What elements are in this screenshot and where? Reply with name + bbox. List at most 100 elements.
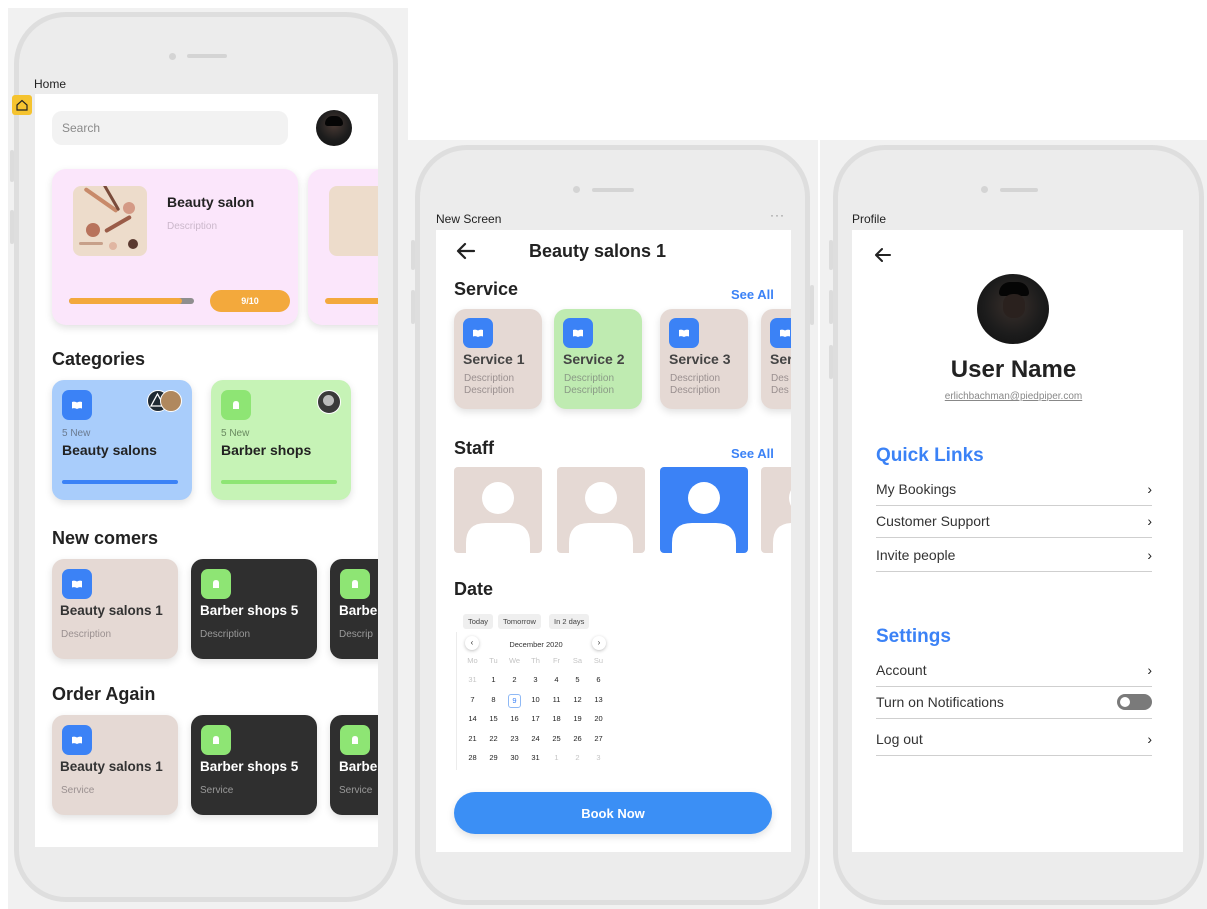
calendar-day[interactable]: 2 [504,674,525,686]
link-customer-support[interactable]: Customer Support › [876,505,1152,538]
calendar-day[interactable]: 8 [483,694,504,706]
calendar-day[interactable]: 26 [567,733,588,745]
newcomer-card[interactable]: Barbe Descrip [330,559,378,659]
profile-phone-camera [981,186,988,193]
book-now-button[interactable]: Book Now [454,792,772,834]
banner-card[interactable]: Beauty salon Description 9/10 [52,169,298,325]
chevron-right-icon: › [1147,731,1152,747]
calendar-day[interactable]: 4 [546,674,567,686]
detail-phone-side-button [810,285,814,325]
staff-card[interactable] [454,467,542,553]
service-see-all-link[interactable]: See All [731,287,774,302]
profile-avatar[interactable] [977,274,1049,344]
search-input[interactable]: Search [52,111,288,145]
calendar-day[interactable]: 6 [588,674,609,686]
category-avatar [317,390,341,414]
calendar-day[interactable]: 30 [504,752,525,764]
calendar-day[interactable]: 22 [483,733,504,745]
back-arrow-icon[interactable] [874,247,894,265]
calendar-day[interactable]: 14 [462,713,483,725]
newcomer-card[interactable]: Beauty salons 1 Description [52,559,178,659]
door-icon [340,725,370,755]
frame-menu-icon[interactable]: ··· [770,208,785,222]
book-icon [463,318,493,348]
order-again-card[interactable]: Beauty salons 1 Service [52,715,178,815]
chevron-right-icon: › [1147,481,1152,497]
staff-card-selected[interactable] [660,467,748,553]
calendar-day[interactable]: 12 [567,694,588,706]
calendar-day[interactable]: 3 [588,752,609,764]
link-label: Invite people [876,547,956,563]
calendar-day[interactable]: 31 [462,674,483,686]
door-icon [201,569,231,599]
staff-see-all-link[interactable]: See All [731,446,774,461]
service-name: Ser [770,351,791,367]
service-card[interactable]: Service 2 Description Description [554,309,642,409]
category-icon [221,390,251,420]
calendar-day[interactable]: 3 [525,674,546,686]
order-again-card[interactable]: Barbe Service [330,715,378,815]
calendar-day[interactable]: 31 [525,752,546,764]
service-card[interactable]: Service 1 Description Description [454,309,542,409]
calendar-day[interactable]: 5 [567,674,588,686]
setting-notifications[interactable]: Turn on Notifications [876,686,1152,719]
calendar-day[interactable]: 18 [546,713,567,725]
date-chip-today[interactable]: Today [463,614,494,629]
link-my-bookings[interactable]: My Bookings › [876,473,1152,506]
calendar-day[interactable]: 20 [588,713,609,725]
service-card[interactable]: Service 3 Description Description [660,309,748,409]
home-phone-camera [169,53,176,60]
book-icon [669,318,699,348]
newcomer-label: Beauty salons 1 [60,603,163,618]
calendar-weekday: Fr [552,656,561,665]
banner-description: Description [167,221,218,232]
service-desc: Description [464,385,515,396]
date-chip-in-2-days[interactable]: In 2 days [549,614,590,629]
calendar-day[interactable]: 24 [525,733,546,745]
calendar-day[interactable]: 1 [483,674,504,686]
back-arrow-icon[interactable] [456,242,478,262]
calendar-day[interactable]: 29 [483,752,504,764]
calendar-day[interactable]: 19 [567,713,588,725]
setting-label: Account [876,662,927,678]
banner-progress-badge[interactable]: 9/10 [210,290,290,312]
setting-log-out[interactable]: Log out › [876,723,1152,756]
calendar-day-selected[interactable]: 9 [508,693,521,708]
calendar-day[interactable]: 25 [546,733,567,745]
calendar-day[interactable]: 7 [462,694,483,706]
calendar-day[interactable]: 23 [504,733,525,745]
calendar-day[interactable]: 28 [462,752,483,764]
detail-phone-side-button [411,240,415,270]
banner-progress-fill [69,298,182,304]
link-invite-people[interactable]: Invite people › [876,539,1152,572]
date-chip-tomorrow[interactable]: Tomorrow [498,614,541,629]
calendar-day[interactable]: 21 [462,733,483,745]
calendar-next-button[interactable]: › [592,636,606,650]
category-card-barber-shops[interactable]: 5 New Barber shops [211,380,351,500]
door-icon [340,569,370,599]
newcomer-card[interactable]: Barber shops 5 Description [191,559,317,659]
category-count: 5 New [221,428,250,439]
calendar-day[interactable]: 2 [567,752,588,764]
calendar-day[interactable]: 1 [546,752,567,764]
setting-account[interactable]: Account › [876,654,1152,687]
calendar-day[interactable]: 17 [525,713,546,725]
avatar[interactable] [316,110,352,146]
calendar-day[interactable]: 16 [504,713,525,725]
staff-card[interactable] [557,467,645,553]
banner-image [329,186,378,256]
calendar-day[interactable]: 10 [525,694,546,706]
calendar-weekday: Su [593,656,604,665]
notifications-toggle[interactable] [1117,694,1152,710]
service-card[interactable]: Ser Des Des [761,309,791,409]
calendar-day[interactable]: 13 [588,694,609,706]
category-card-beauty-salons[interactable]: 5 New Beauty salons [52,380,192,500]
order-again-card[interactable]: Barber shops 5 Service [191,715,317,815]
calendar-day[interactable]: 15 [483,713,504,725]
banner-progress-track [69,298,194,304]
profile-phone-speaker [1000,188,1038,192]
staff-card[interactable] [761,467,791,553]
banner-card-next[interactable] [308,169,378,325]
calendar-day[interactable]: 27 [588,733,609,745]
calendar-day[interactable]: 11 [546,694,567,706]
